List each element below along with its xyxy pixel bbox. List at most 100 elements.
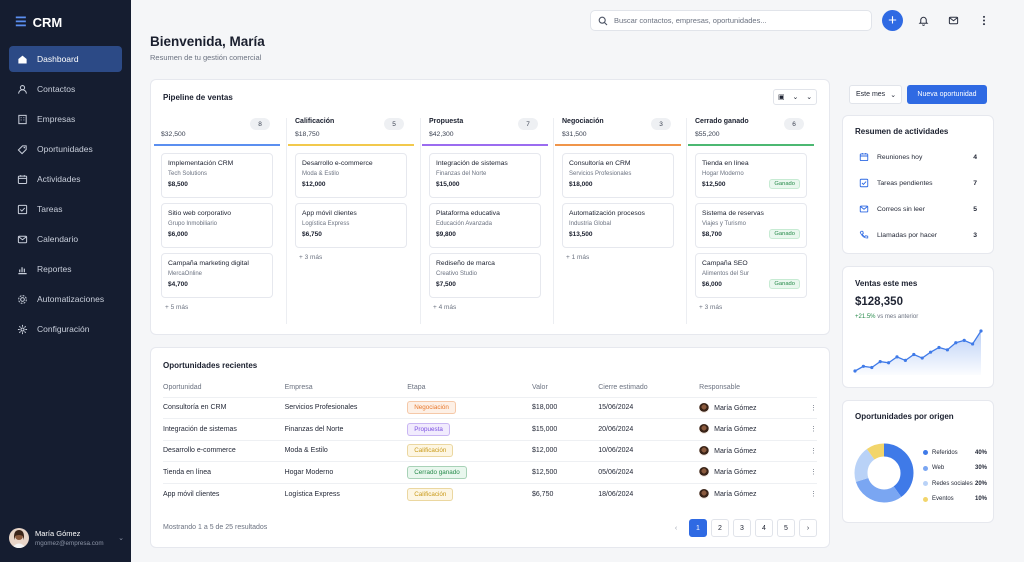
deal-card[interactable]: Campaña marketing digital MercaOnline $4,7… [161,253,273,298]
more-vertical-icon[interactable] [976,13,991,28]
deal-company: Viajes y Turismo [702,221,746,227]
table-row[interactable]: App móvil clientes Logística Express Calif… [163,482,817,505]
sidebar-item-actividades[interactable]: Actividades [9,166,122,192]
page-button[interactable]: 5 [777,519,795,537]
page-button[interactable]: 3 [733,519,751,537]
chevron-down-icon[interactable]: ⌄ [118,534,124,542]
show-more-link[interactable]: + 3 más [295,254,407,261]
stage-cell: Propuesta [407,418,532,440]
sidebar-item-contactos[interactable]: Contactos [9,76,122,102]
deal-card[interactable]: Sistema de reservas Viajes y Turismo $8,70… [695,203,807,248]
column-header: Calificación $18,750 5 [288,118,414,138]
period-select[interactable]: Este mes ⌄ [849,85,902,104]
column-count-badge: 5 [384,118,404,130]
sidebar-item-automatizaciones[interactable]: Automatizaciones [9,286,122,312]
deal-card[interactable]: Sitio web corporativo Grupo Inmobiliario $… [161,203,273,248]
show-more-link[interactable]: + 5 más [161,304,273,311]
deal-card[interactable]: Integración de sistemas Finanzas del Nort… [429,153,541,198]
sales-point [962,338,966,343]
column-header: Cerrado ganado $55,200 6 [688,118,814,138]
show-more-link[interactable]: + 3 más [695,304,807,311]
table-row[interactable]: Integración de sistemas Finanzas del Nort… [163,418,817,440]
activities-card: Resumen de actividades Reuniones hoy 4 Tar… [842,115,994,254]
sidebar-item-label: Tareas [37,204,63,214]
sales-point [903,358,907,363]
more-vertical-icon[interactable]: ⋮ [810,469,817,476]
show-more-link[interactable]: + 4 más [429,304,541,311]
sidebar-item-configuracion[interactable]: Configuración [9,316,122,342]
user-name: María Gómez [35,529,81,538]
deal-card[interactable]: Automatización procesos Industria Global $… [562,203,674,248]
deal-card[interactable]: Implementación CRM Tech Solutions $8,500 [161,153,273,198]
row-actions-cell: ⋮ [810,461,817,483]
page-button[interactable]: 4 [755,519,773,537]
user-profile[interactable]: María Gómez mgomez@empresa.com ⌄ [9,528,124,548]
chevron-down-icon: ⌄ [890,91,897,99]
pipeline-view-selector[interactable]: ▣ ⌄ ⌄ [773,89,817,105]
origin-title: Oportunidades por origen [855,412,954,421]
stage-cell: Negociación [407,396,532,419]
sales-point [870,365,874,370]
more-vertical-icon[interactable]: ⋮ [810,448,817,455]
table-row[interactable]: Desarrollo e-commerce Moda & Estilo Califi… [163,439,817,462]
sidebar-item-empresas[interactable]: Empresas [9,106,122,132]
sidebar-item-calendario[interactable]: Calendario [9,226,122,252]
table-row[interactable]: Tienda en línea Hogar Moderno Cerrado gana… [163,461,817,483]
calendar-icon [17,174,28,184]
sidebar-item-reportes[interactable]: Reportes [9,256,122,282]
activity-row[interactable]: Tareas pendientes 7 [843,170,993,196]
sales-point [929,350,933,354]
menu-icon[interactable]: ☰ [15,14,27,30]
deal-value: $6,750 [302,231,322,238]
sales-point [954,341,958,345]
deal-name: Campaña marketing digital [168,260,249,267]
deal-card[interactable]: Desarrollo e-commerce Moda & Estilo $12,00… [295,153,407,198]
page-button[interactable]: 2 [711,519,729,537]
table-row[interactable]: Consultoría en CRM Servicios Profesionale… [163,396,817,419]
column-name: Cerrado ganado [695,118,749,125]
owner-cell: María Gómez [699,396,810,419]
sidebar-item-dashboard[interactable]: Dashboard [9,46,122,72]
deal-card[interactable]: Rediseño de marca Creativo Studio $7,500 [429,253,541,298]
search-input[interactable]: Buscar contactos, empresas, oportunidade… [590,10,872,31]
stage-badge: Negociación [407,401,456,415]
deal-value: $15,000 [436,181,460,188]
column-divider [420,118,421,324]
plus-icon: + [888,12,897,29]
next-page-button[interactable]: › [799,519,817,537]
add-button[interactable]: + [882,10,903,31]
more-vertical-icon[interactable]: ⋮ [810,405,817,412]
bell-icon[interactable] [916,13,931,28]
new-opportunity-button[interactable]: Nueva oportunidad [907,85,987,104]
calendar-icon: ▣ [777,94,785,101]
column-amount: $42,300 [429,131,454,138]
mail-icon[interactable] [946,13,961,28]
legend-percent: 20% [974,480,987,487]
sales-point [912,352,916,357]
deal-card[interactable]: Plataforma educativa Educación Avanzada $9… [429,203,541,248]
activity-row[interactable]: Reuniones hoy 4 [843,144,993,170]
opportunity-company: Moda & Estilo [284,439,408,462]
activity-label: Llamadas por hacer [877,231,938,239]
deal-card[interactable]: Tienda en línea Hogar Moderno $12,500 Ganad… [695,153,807,198]
sidebar-item-tareas[interactable]: Tareas [9,196,122,222]
avatar [699,467,710,478]
show-more-link[interactable]: + 1 más [562,254,674,261]
prev-page-button[interactable]: ‹ [667,519,685,537]
more-vertical-icon[interactable]: ⋮ [810,491,817,498]
deal-card[interactable]: Campaña SEO Alimentos del Sur $6,000 Ganado [695,253,807,298]
deal-card[interactable]: App móvil clientes Logística Express $6,75… [295,203,407,248]
deal-card[interactable]: Consultoría en CRM Servicios Profesionale… [562,153,674,198]
column-name: Negociación [562,118,604,125]
avatar [9,528,29,548]
sidebar-item-oportunidades[interactable]: Oportunidades [9,136,122,162]
activity-label: Correos sin leer [877,205,925,213]
page-button[interactable]: 1 [689,519,707,537]
sidebar-item-label: Reportes [37,264,72,274]
app-logo[interactable]: ☰ CRM [15,14,62,30]
activity-row[interactable]: Correos sin leer 5 [843,196,993,222]
more-vertical-icon[interactable]: ⋮ [810,426,817,433]
stage-badge: Cerrado ganado [407,465,467,479]
activity-row[interactable]: Llamadas por hacer 3 [843,222,993,248]
sales-point [920,356,924,360]
